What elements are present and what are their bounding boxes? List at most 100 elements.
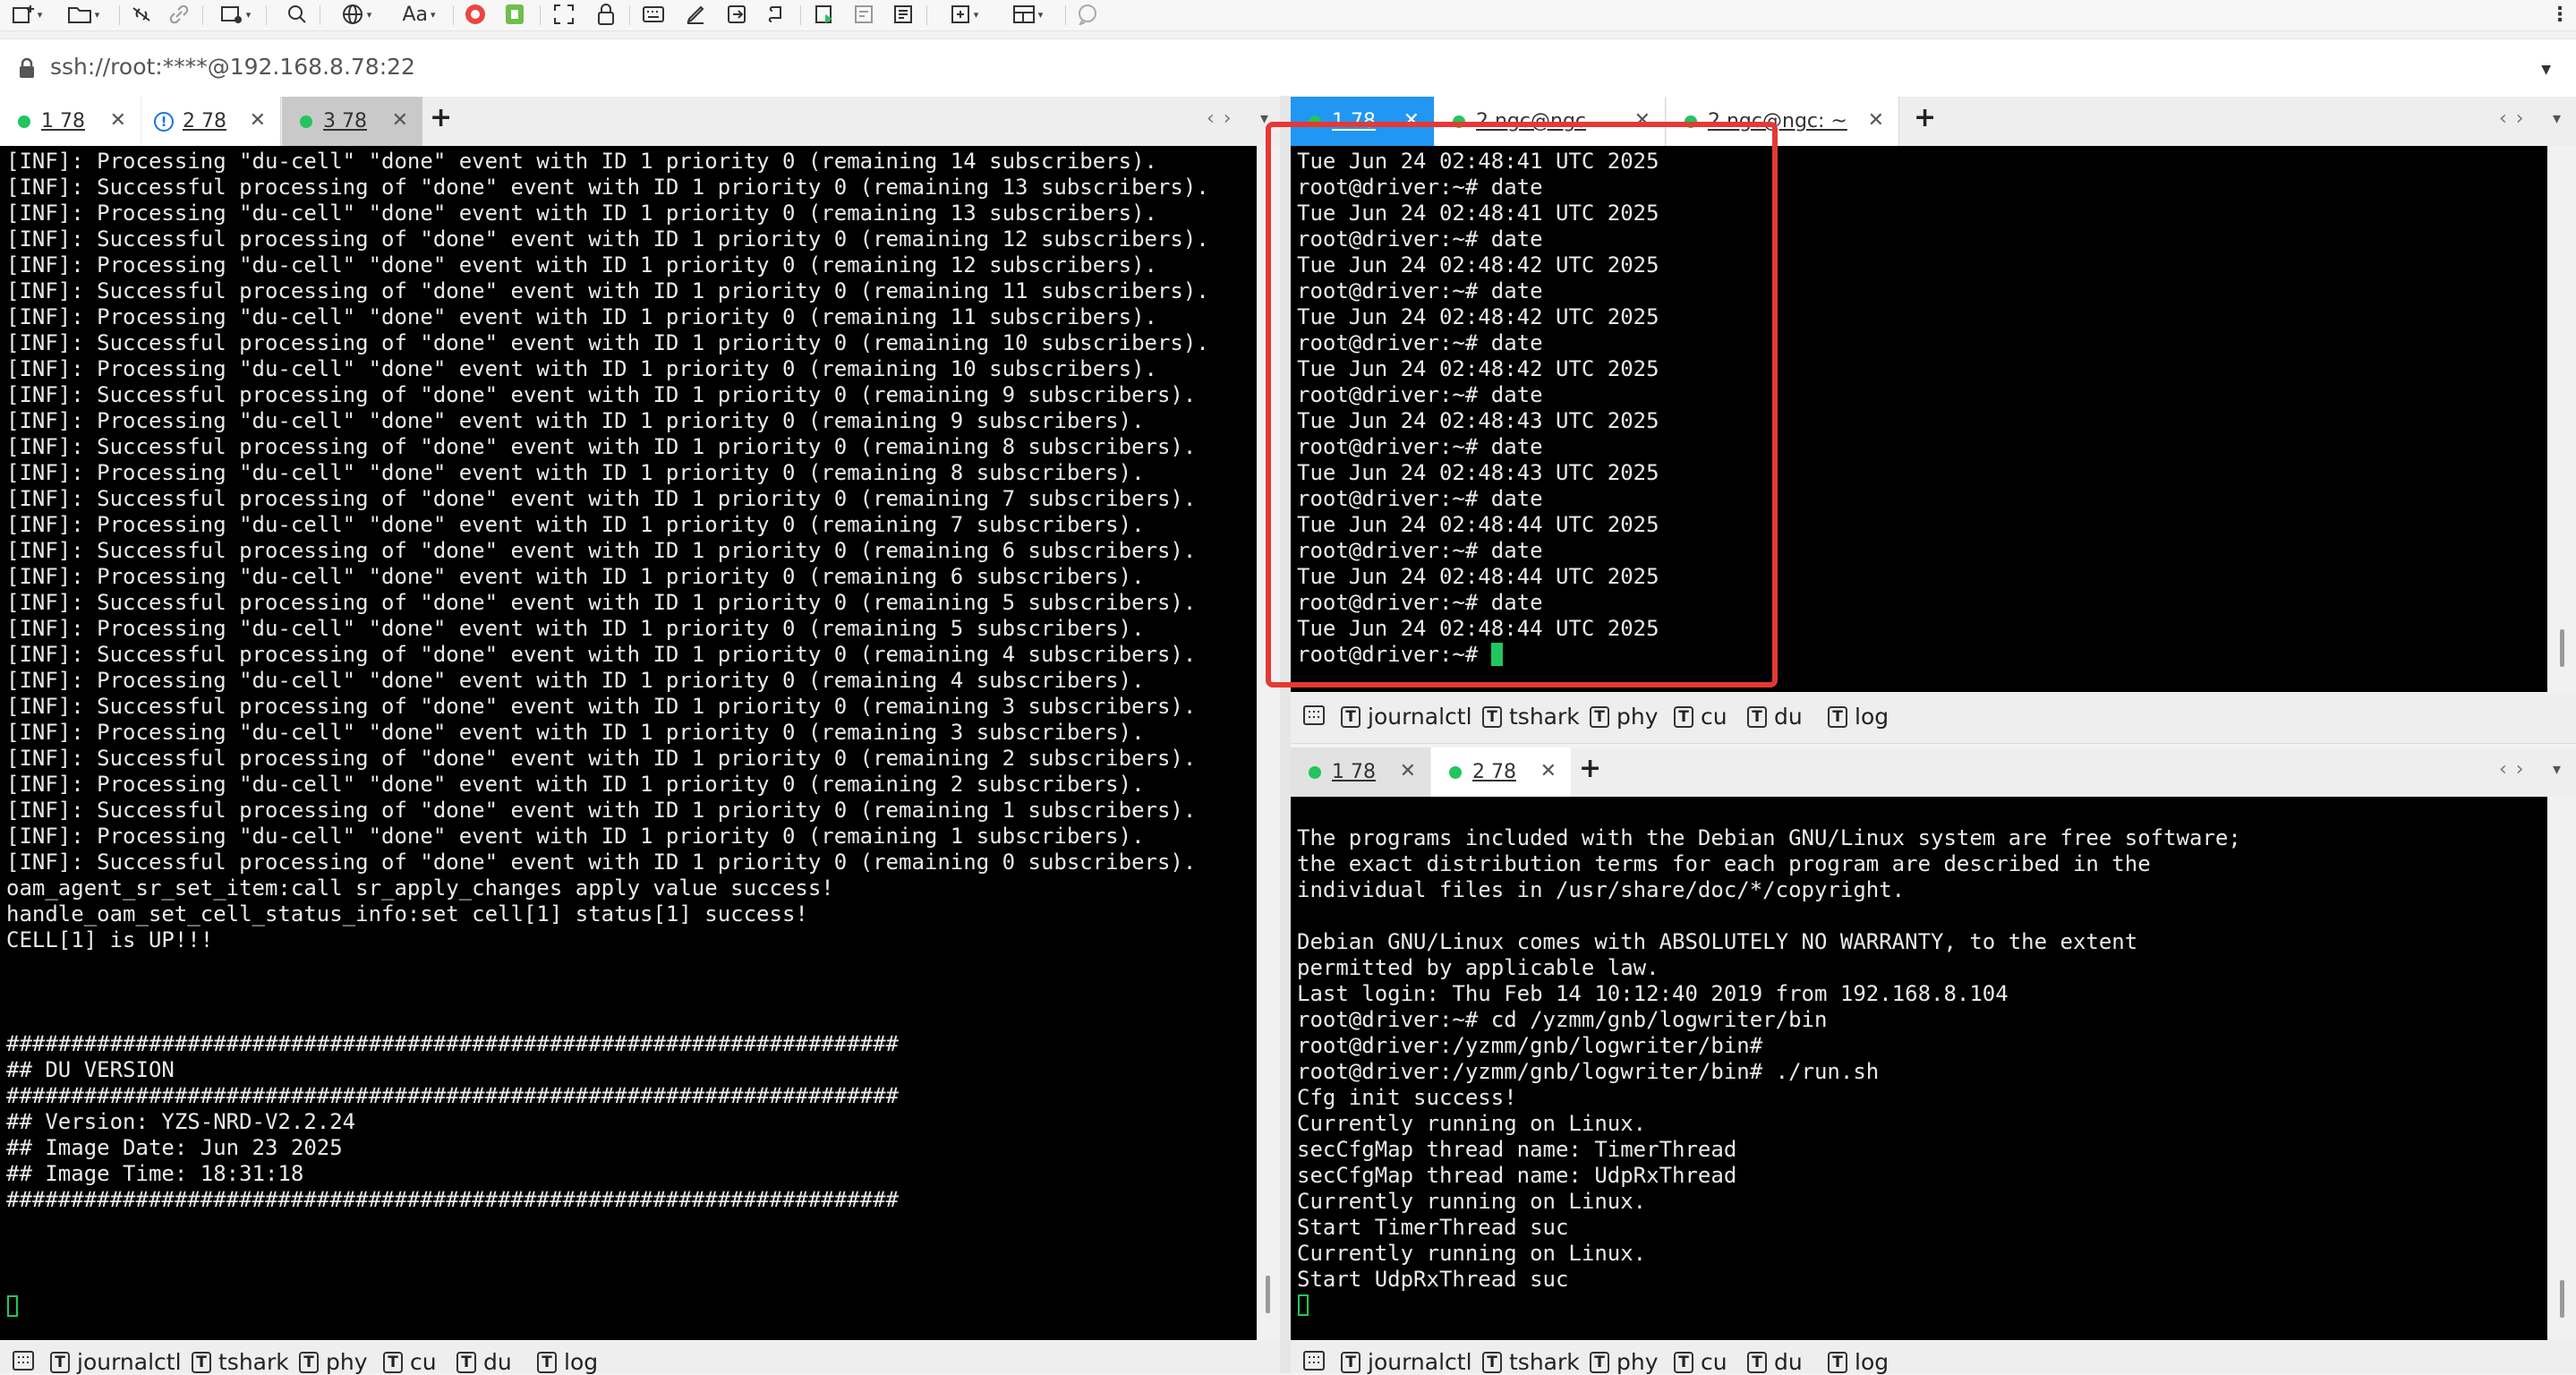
chevron-down-icon[interactable]: ▾	[2553, 760, 2561, 779]
link-icon[interactable]	[166, 2, 192, 27]
left-tab-bar: 1 78 ✕ ! 2 78 ✕ 3 78 ✕ + ‹› ▾	[0, 97, 1280, 146]
address-bar[interactable]: ssh://root:****@192.168.8.78:22 ▼	[0, 38, 2576, 98]
tab-session-2[interactable]: ! 2 78 ✕	[141, 97, 281, 146]
tab-scroll-arrows-icon[interactable]: ‹›	[2499, 107, 2533, 130]
right-bottom-scrollbar-track[interactable]	[2547, 797, 2576, 1340]
tab-scroll-arrows-icon[interactable]: ‹›	[2499, 758, 2533, 781]
new-session-icon[interactable]: ▾	[9, 2, 45, 27]
tab-session-1[interactable]: 1 78 ✕	[1291, 747, 1430, 797]
add-tab-button[interactable]: +	[1914, 102, 1936, 133]
notes-icon[interactable]	[890, 2, 917, 27]
scrollbar-thumb[interactable]	[2560, 1280, 2564, 1318]
quick-command-log[interactable]: Tlog	[1828, 1349, 1889, 1375]
keyboard-icon[interactable]	[640, 2, 667, 27]
chat-icon[interactable]	[1074, 2, 1101, 27]
command-label: du	[1774, 1349, 1803, 1375]
lock-icon[interactable]	[593, 2, 619, 27]
terminal-command-icon: T	[1747, 705, 1767, 728]
close-icon[interactable]: ✕	[1540, 760, 1557, 782]
left-terminal[interactable]: [INF]: Processing "du-cell" "done" event…	[0, 146, 1257, 1340]
terminal-command-icon: T	[1674, 1351, 1693, 1373]
script-icon[interactable]	[763, 2, 789, 27]
terminal-command-icon: T	[1590, 705, 1609, 728]
quick-command-journalctl[interactable]: Tjournalctl	[1341, 1349, 1472, 1375]
chevron-down-icon[interactable]: ▼	[2541, 63, 2551, 77]
quick-command-du[interactable]: Tdu	[1747, 704, 1803, 730]
close-icon[interactable]: ✕	[1400, 760, 1416, 782]
tab-label: 1 78	[41, 110, 85, 132]
import-icon[interactable]	[723, 2, 750, 27]
terminal-command-icon: T	[1590, 1351, 1609, 1373]
right-bottom-terminal[interactable]: The programs included with the Debian GN…	[1291, 797, 2547, 1340]
quick-command-phy[interactable]: Tphy	[299, 1349, 368, 1375]
quick-command-phy[interactable]: Tphy	[1590, 704, 1659, 730]
tab-session-2[interactable]: 2 78 ✕	[1431, 747, 1571, 797]
command-label: phy	[326, 1349, 368, 1375]
terminal-command-icon: T	[299, 1351, 319, 1373]
terminal-command-icon: T	[456, 1351, 476, 1373]
add-tab-button[interactable]: +	[430, 102, 452, 133]
command-label: log	[1855, 704, 1889, 730]
grid-icon[interactable]	[1303, 1349, 1325, 1372]
terminal-command-icon: T	[1747, 1351, 1767, 1373]
globe-icon[interactable]: ▾	[330, 2, 382, 27]
sign-icon[interactable]	[682, 2, 709, 27]
quick-command-log[interactable]: Tlog	[537, 1349, 598, 1375]
address-text[interactable]: ssh://root:****@192.168.8.78:22	[50, 54, 415, 80]
open-folder-icon[interactable]: ▾	[55, 2, 111, 27]
command-label: journalctl	[1368, 1349, 1472, 1375]
quick-command-cu[interactable]: Tcu	[383, 1349, 437, 1375]
command-label: du	[1774, 704, 1803, 730]
quick-command-tshark[interactable]: Ttshark	[192, 1349, 289, 1375]
layout-icon[interactable]: ▾	[1001, 2, 1054, 27]
fullscreen-icon[interactable]	[550, 2, 577, 27]
record-icon[interactable]	[462, 2, 489, 27]
quick-command-du[interactable]: Tdu	[456, 1349, 512, 1375]
tab-label: 2 78	[183, 110, 226, 132]
quick-command-journalctl[interactable]: Tjournalctl	[50, 1349, 182, 1375]
terminal-command-icon: T	[1341, 1351, 1361, 1373]
quick-command-cu[interactable]: Tcu	[1674, 704, 1727, 730]
close-icon[interactable]: ✕	[392, 109, 408, 132]
tab-label: 1 78	[1332, 761, 1376, 783]
scrollbar-thumb[interactable]	[2560, 629, 2564, 667]
command-label: phy	[1616, 1349, 1659, 1375]
quick-command-tshark[interactable]: Ttshark	[1482, 704, 1580, 730]
quick-command-phy[interactable]: Tphy	[1590, 1349, 1659, 1375]
add-tab-button[interactable]: +	[1579, 753, 1601, 784]
command-label: journalctl	[77, 1349, 182, 1375]
quick-command-journalctl[interactable]: Tjournalctl	[1341, 704, 1472, 730]
compose-icon[interactable]	[850, 2, 877, 27]
scrollbar-thumb[interactable]	[1266, 1276, 1270, 1313]
right-top-scrollbar-track[interactable]	[2547, 146, 2576, 692]
command-label: cu	[1701, 1349, 1727, 1375]
grid-icon[interactable]	[13, 1349, 34, 1372]
quick-command-tshark[interactable]: Ttshark	[1482, 1349, 1580, 1375]
grid-icon[interactable]	[1303, 704, 1325, 727]
quick-command-log[interactable]: Tlog	[1828, 704, 1889, 730]
terminal-command-icon: T	[537, 1351, 557, 1373]
unlink-icon[interactable]	[128, 2, 155, 27]
add-pane-icon[interactable]: ▾	[937, 2, 991, 27]
right-bottom-tab-bar: 1 78 ✕ 2 78 ✕ + ‹› ▾	[1291, 747, 2576, 797]
close-icon[interactable]: ✕	[1868, 109, 1884, 132]
close-icon[interactable]: ✕	[250, 109, 266, 132]
search-icon[interactable]	[284, 2, 311, 27]
chevron-down-icon[interactable]: ▾	[2553, 109, 2561, 128]
terminal-command-icon: T	[1674, 705, 1693, 728]
font-icon[interactable]: Aa ▾	[392, 2, 446, 27]
terminal-cursor	[1298, 1294, 1309, 1316]
tab-session-3[interactable]: 3 78 ✕	[282, 97, 422, 146]
play-script-icon[interactable]	[811, 2, 838, 27]
tab-scroll-arrows-icon[interactable]: ‹›	[1207, 107, 1241, 130]
connected-status-icon	[18, 115, 30, 128]
lock-icon	[20, 57, 34, 78]
new-window-icon[interactable]: ▾	[213, 2, 258, 27]
tab-session-1[interactable]: 1 78 ✕	[0, 97, 141, 146]
file-transfer-icon[interactable]	[501, 2, 528, 27]
quick-command-du[interactable]: Tdu	[1747, 1349, 1803, 1375]
terminal-command-icon: T	[1828, 705, 1847, 728]
close-icon[interactable]: ✕	[110, 109, 126, 132]
quick-command-cu[interactable]: Tcu	[1674, 1349, 1727, 1375]
more-icon[interactable]: ⋮	[2550, 2, 2570, 27]
